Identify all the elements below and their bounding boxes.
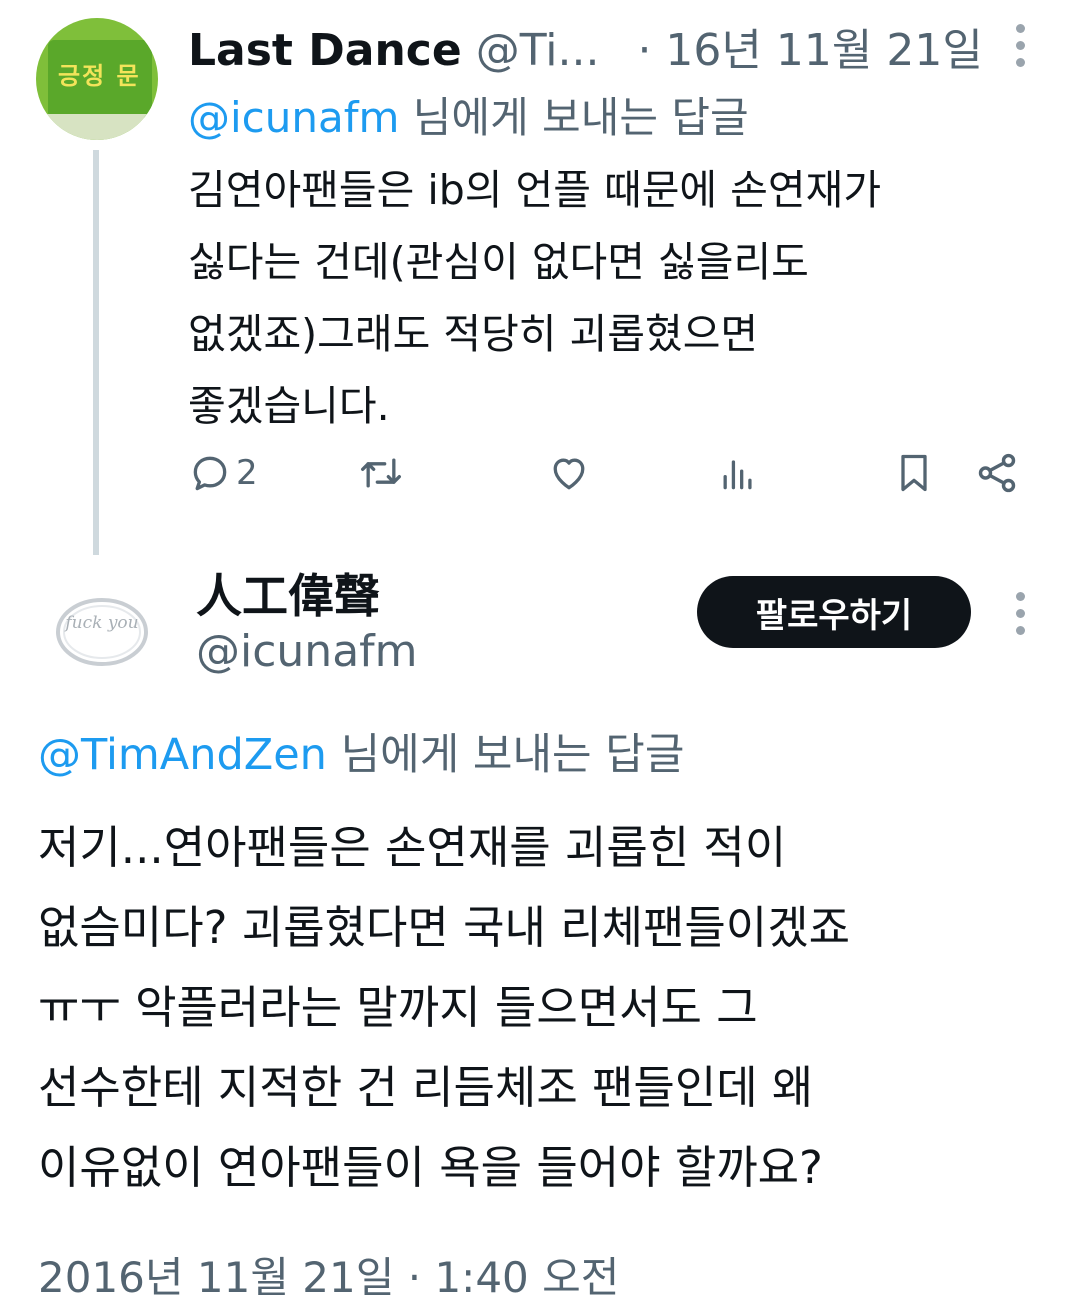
share-button[interactable] xyxy=(974,445,1020,501)
avatar-text: 긍정 문 xyxy=(58,62,141,90)
more-options-icon[interactable] xyxy=(1013,24,1027,67)
tweet-date[interactable]: · 16년 11월 21일 xyxy=(637,14,982,78)
user-handle[interactable]: @icunafm xyxy=(196,626,418,677)
bookmark-icon xyxy=(901,454,927,492)
heart-icon xyxy=(553,458,585,490)
replying-to: @icunafm 님에게 보내는 답글 xyxy=(188,84,749,145)
tweet-header: Last Dance @Ti... · 16년 11월 21일 xyxy=(188,14,983,78)
display-name[interactable]: Last Dance xyxy=(188,25,462,76)
display-name[interactable]: 人工偉聲 xyxy=(196,560,380,626)
views-button[interactable] xyxy=(716,445,760,501)
follow-button[interactable]: 팔로우하기 xyxy=(697,576,971,648)
thread-line xyxy=(93,150,99,555)
reply-count: 2 xyxy=(236,453,258,493)
reply-icon xyxy=(193,456,227,491)
replying-to-suffix: 님에게 보내는 답글 xyxy=(399,93,749,142)
action-bar: 2 xyxy=(188,445,1030,501)
share-icon xyxy=(978,453,1016,493)
tweet-text-line: 없슴미다? 괴롭혔다면 국내 리체팬들이겠죠 xyxy=(38,901,850,954)
tweet-thread: 긍정 문 Last Dance @Ti... · 16년 11월 21일 @ic… xyxy=(0,0,1080,1316)
user-handle[interactable]: @Ti... xyxy=(476,25,600,76)
replying-to-mention[interactable]: @TimAndZen xyxy=(38,730,327,780)
more-options-icon[interactable] xyxy=(1013,592,1027,635)
tweet-text-line: 김연아팬들은 ib의 언플 때문에 손연재가 xyxy=(188,166,882,214)
avatar-ring-text: fuck you xyxy=(63,613,138,633)
tweet-text: 저기...연아팬들은 손연재를 괴롭힌 적이 없슴미다? 괴롭혔다면 국내 리체… xyxy=(38,808,1048,1208)
replying-to: @TimAndZen 님에게 보내는 답글 xyxy=(38,720,684,782)
retweet-icon xyxy=(361,458,401,488)
tweet-text: 김연아팬들은 ib의 언플 때문에 손연재가 싫다는 건데(관심이 없다면 싫을… xyxy=(188,154,1038,442)
avatar-floor xyxy=(36,114,158,140)
avatar[interactable]: fuck you xyxy=(40,568,164,692)
replying-to-suffix: 님에게 보내는 답글 xyxy=(326,730,685,780)
tweet-text-line: 선수한테 지적한 건 리듬체조 팬들인데 왜 xyxy=(38,1061,814,1114)
tweet-timestamp[interactable]: 2016년 11월 21일 · 1:40 오전 xyxy=(38,1244,619,1305)
tweet-text-line: ㅠㅜ 악플러라는 말까지 들으면서도 그 xyxy=(38,981,758,1034)
bookmark-button[interactable] xyxy=(892,445,936,501)
reply-button[interactable]: 2 xyxy=(188,445,258,501)
retweet-button[interactable] xyxy=(356,445,406,501)
avatar[interactable]: 긍정 문 xyxy=(36,18,158,140)
ring-image: fuck you xyxy=(56,598,148,666)
tweet-text-line: 저기...연아팬들은 손연재를 괴롭힌 적이 xyxy=(38,821,787,874)
tweet-text-line: 싫다는 건데(관심이 없다면 싫을리도 xyxy=(188,238,809,286)
tweet-text-line: 좋겠습니다. xyxy=(188,382,390,430)
tweet-text-line: 이유없이 연아팬들이 욕을 들어야 할까요? xyxy=(38,1141,823,1194)
replying-to-mention[interactable]: @icunafm xyxy=(188,93,399,142)
like-button[interactable] xyxy=(546,445,592,501)
views-icon xyxy=(723,460,752,490)
tweet-text-line: 없겠죠)그래도 적당히 괴롭혔으면 xyxy=(188,310,759,358)
